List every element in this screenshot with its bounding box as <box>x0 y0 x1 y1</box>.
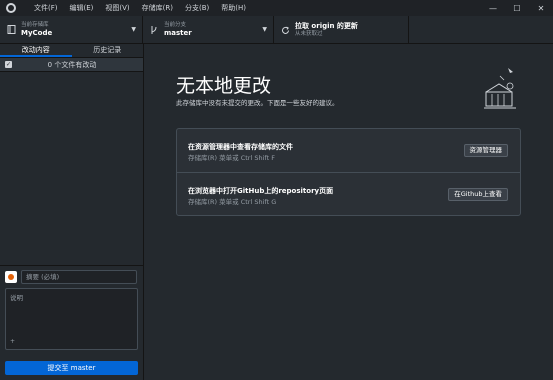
chevron-down-icon: ▼ <box>131 26 136 33</box>
suggestion-view-on-github: 在浏览器中打开GitHub上的repository页面 存储库(R) 菜单或 C… <box>177 172 520 215</box>
summary-input[interactable]: 摘要 (必填) <box>21 270 137 284</box>
branch-name: master <box>164 29 192 37</box>
repo-name: MyCode <box>21 29 53 37</box>
close-button[interactable]: ✕ <box>529 0 553 16</box>
fetch-status: 从未获取过 <box>295 31 323 37</box>
maximize-button[interactable]: ☐ <box>505 0 529 16</box>
left-panel: 改动内容 历史记录 ✓ 0 个文件有改动 摘要 (必填) 说明 + 提交至 ma… <box>0 44 144 380</box>
current-repository-dropdown[interactable]: 当前存储库 MyCode ▼ <box>0 16 143 44</box>
chevron-down-icon: ▼ <box>262 26 267 33</box>
title-bar: 文件(F) 编辑(E) 视图(V) 存储库(R) 分支(B) 帮助(H) — ☐… <box>0 0 553 16</box>
current-branch-dropdown[interactable]: 当前分支 master ▼ <box>143 16 274 44</box>
commit-button[interactable]: 提交至 master <box>5 361 138 375</box>
menu-bar: 文件(F) 编辑(E) 视图(V) 存储库(R) 分支(B) 帮助(H) <box>28 0 252 16</box>
add-coauthor-icon[interactable]: + <box>10 338 15 345</box>
fetch-origin-button[interactable]: 拉取 origin 的更新 从未获取过 <box>274 16 409 44</box>
description-placeholder: 说明 <box>10 294 23 302</box>
show-in-explorer-button[interactable]: 资源管理器 <box>463 144 508 157</box>
sync-icon <box>280 25 290 35</box>
tab-bar: 改动内容 历史记录 <box>0 44 143 58</box>
commit-area: 摘要 (必填) 说明 + 提交至 master <box>0 265 143 380</box>
menu-help[interactable]: 帮助(H) <box>215 0 252 16</box>
empty-state-illustration <box>484 68 516 109</box>
minimize-button[interactable]: — <box>481 0 505 16</box>
repo-icon <box>6 25 16 35</box>
branch-label: 当前分支 <box>164 22 187 28</box>
toolbar: 当前存储库 MyCode ▼ 当前分支 master ▼ 拉取 origin 的… <box>0 16 553 44</box>
avatar <box>5 271 17 283</box>
view-on-github-button[interactable]: 在Github上查看 <box>448 188 508 201</box>
suggestion-show-in-explorer: 在资源管理器中查看存储库的文件 存储库(R) 菜单或 Ctrl Shift F … <box>177 129 520 172</box>
menu-edit[interactable]: 编辑(E) <box>64 0 100 16</box>
changes-header: ✓ 0 个文件有改动 <box>0 58 143 72</box>
changes-count: 0 个文件有改动 <box>47 60 97 69</box>
description-field[interactable]: 说明 + <box>5 288 138 350</box>
tab-changes[interactable]: 改动内容 <box>0 44 72 57</box>
menu-view[interactable]: 视图(V) <box>99 0 135 16</box>
suggestion-shortcut: 存储库(R) 菜单或 Ctrl Shift F <box>188 154 275 162</box>
suggestions-panel: 在资源管理器中查看存储库的文件 存储库(R) 菜单或 Ctrl Shift F … <box>176 128 521 216</box>
repo-label: 当前存储库 <box>21 22 49 28</box>
page-subtitle: 此存储库中没有未提交的更改。下面是一些友好的建议。 <box>176 99 339 107</box>
github-logo-icon <box>6 3 16 13</box>
branch-icon <box>149 25 159 35</box>
main-content: 无本地更改 此存储库中没有未提交的更改。下面是一些友好的建议。 在资源管理器中查… <box>144 44 553 380</box>
suggestion-shortcut: 存储库(R) 菜单或 Ctrl Shift G <box>188 198 277 206</box>
window-controls: — ☐ ✕ <box>481 0 553 16</box>
fetch-title: 拉取 origin 的更新 <box>295 22 358 30</box>
tab-history[interactable]: 历史记录 <box>72 44 144 57</box>
menu-file[interactable]: 文件(F) <box>28 0 64 16</box>
page-title: 无本地更改 <box>176 75 272 97</box>
menu-branch[interactable]: 分支(B) <box>179 0 215 16</box>
menu-repository[interactable]: 存储库(R) <box>136 0 179 16</box>
suggestion-title: 在资源管理器中查看存储库的文件 <box>188 143 293 151</box>
suggestion-title: 在浏览器中打开GitHub上的repository页面 <box>188 187 334 195</box>
